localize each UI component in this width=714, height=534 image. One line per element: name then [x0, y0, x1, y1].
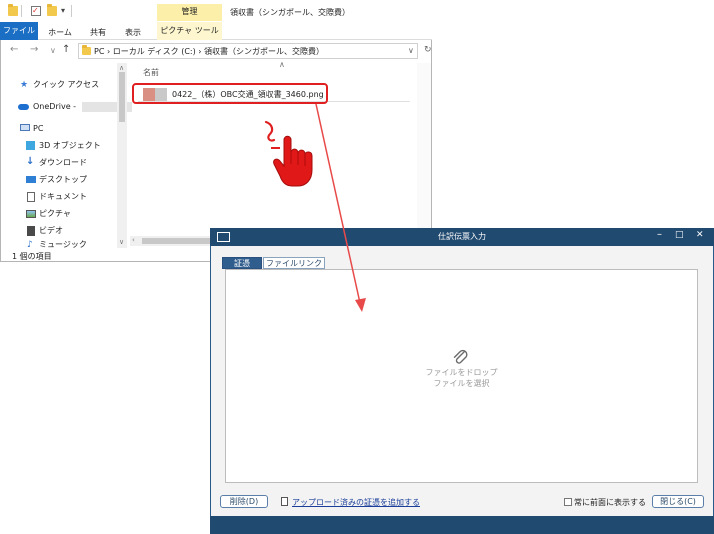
delete-button[interactable]: 削除(D) — [220, 495, 268, 508]
new-folder-icon[interactable] — [47, 4, 57, 16]
back-arrow-icon[interactable]: ← — [10, 44, 18, 55]
tab-file[interactable]: ファイル — [0, 22, 38, 40]
paperclip-icon — [453, 349, 468, 364]
always-on-top-checkbox[interactable] — [564, 498, 572, 506]
separator — [21, 5, 22, 17]
document-icon — [27, 192, 35, 202]
close-icon[interactable]: ✕ — [696, 230, 704, 240]
dialog-footer-bar — [210, 516, 714, 534]
maximize-icon[interactable]: □ — [675, 230, 684, 240]
music-icon: ♪ — [27, 240, 33, 248]
tab-file-link[interactable]: ファイルリンク — [263, 257, 325, 269]
checkmark-icon: ✓ — [32, 6, 39, 15]
nav-item-label: ダウンロード — [39, 158, 87, 167]
up-arrow-icon[interactable]: ↑ — [62, 44, 70, 55]
always-on-top-label: 常に前面に表示する — [574, 498, 646, 507]
separator — [71, 5, 72, 17]
forward-arrow-icon[interactable]: → — [30, 44, 38, 55]
nav-item-label: ドキュメント — [39, 192, 87, 201]
picture-icon — [26, 210, 36, 218]
tab-manage[interactable]: 管理 — [157, 6, 222, 17]
nav-item-label: ビデオ — [39, 226, 63, 235]
status-item-count: 1 個の項目 — [12, 252, 52, 261]
tab-evidence[interactable]: 証憑 — [222, 257, 262, 269]
window-title: 領収書（シンガポール、交際費） — [230, 8, 350, 17]
folder-icon — [8, 4, 18, 16]
minimize-icon[interactable]: – — [657, 229, 662, 240]
scroll-left-icon[interactable]: ‹ — [132, 236, 135, 244]
download-icon: ↓ — [26, 156, 35, 167]
nav-item-label: クイック アクセス — [33, 80, 100, 89]
column-header-name[interactable]: 名前 — [143, 67, 159, 78]
tab-picture-tools[interactable]: ピクチャ ツール — [157, 22, 222, 40]
refresh-icon[interactable]: ↻ — [424, 45, 432, 55]
nav-item-label: デスクトップ — [39, 175, 87, 184]
cube-icon — [26, 141, 35, 150]
address-dropdown-icon[interactable]: ∨ — [408, 46, 414, 55]
star-icon: ★ — [20, 80, 29, 90]
scroll-up-icon[interactable]: ∧ — [119, 64, 124, 72]
drop-instruction: ファイルをドロップ — [425, 368, 498, 377]
nav-item-label: OneDrive - — [33, 102, 77, 111]
sort-ascending-icon: ∧ — [279, 60, 285, 69]
dialog-title: 仕訳伝票入力 — [438, 232, 486, 241]
nav-scrollbar-thumb[interactable] — [119, 72, 125, 122]
pc-icon — [20, 124, 30, 131]
select-file-link[interactable]: ファイルを選択 — [225, 378, 698, 389]
scroll-down-icon[interactable]: ∨ — [119, 238, 124, 246]
tab-home[interactable]: ホーム — [46, 26, 74, 40]
nav-item-label: ピクチャ — [39, 209, 71, 218]
nav-overflow-clip: ♪ ミュージック — [0, 238, 117, 248]
tab-share[interactable]: 共有 — [86, 26, 110, 40]
add-uploaded-evidence-link[interactable]: アップロード済みの証憑を追加する — [292, 497, 420, 508]
document-icon — [281, 497, 288, 506]
hand-pointer-icon — [264, 120, 313, 187]
close-button[interactable]: 閉じる(C) — [652, 495, 704, 508]
customize-toolbar-icon[interactable]: ▾ — [61, 6, 65, 15]
desktop-icon — [26, 176, 36, 183]
nav-item-label: 3D オブジェクト — [39, 141, 101, 150]
tab-view[interactable]: 表示 — [121, 26, 145, 40]
nav-item-label: PC — [33, 124, 44, 133]
recent-locations-icon[interactable]: ∨ — [50, 46, 56, 55]
address-path[interactable]: PC › ローカル ディスク (C:) › 領収書（シンガポール、交際費） — [94, 46, 324, 57]
file-highlight-box — [132, 83, 328, 104]
nav-item-label: ミュージック — [39, 240, 87, 248]
video-icon — [27, 226, 35, 236]
file-pane-scrollbar[interactable] — [417, 63, 431, 235]
folder-icon — [82, 45, 91, 55]
cloud-icon — [18, 104, 29, 110]
